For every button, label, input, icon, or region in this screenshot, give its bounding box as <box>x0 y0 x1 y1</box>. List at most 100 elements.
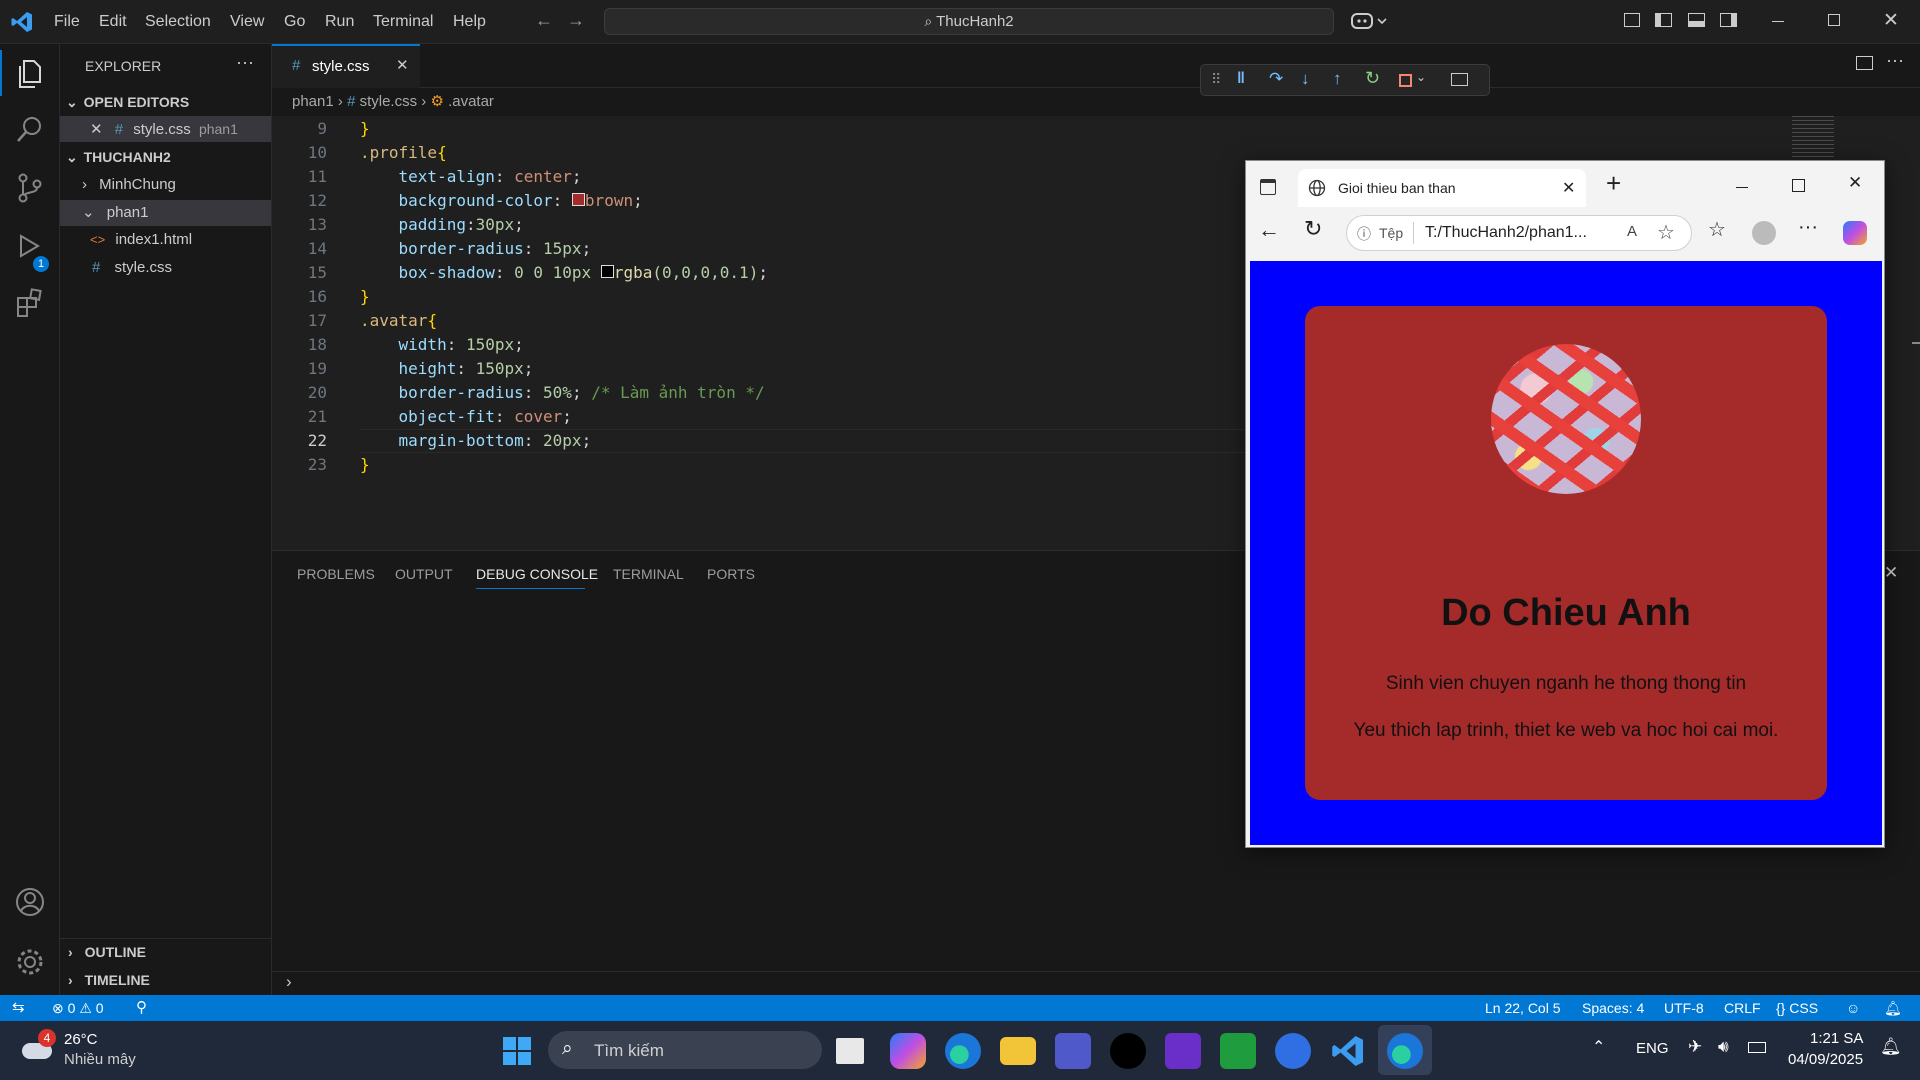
info-icon[interactable]: ⓘ <box>1357 224 1371 244</box>
tab-output[interactable]: OUTPUT <box>395 566 453 582</box>
zalo-icon[interactable] <box>1275 1033 1311 1069</box>
tab-terminal[interactable]: TERMINAL <box>613 566 684 582</box>
timeline-header[interactable]: › TIMELINE <box>60 967 271 993</box>
favorites-icon[interactable]: ☆ <box>1708 217 1726 242</box>
refresh-icon[interactable]: ↻ <box>1304 216 1322 242</box>
drag-handle-icon[interactable]: ⠿ <box>1211 71 1221 88</box>
inspect-icon[interactable] <box>1451 73 1468 86</box>
tab-style-css[interactable]: # style.css ✕ <box>272 44 420 88</box>
pause-icon[interactable]: ǁ <box>1237 70 1245 88</box>
tree-item-index1-html[interactable]: <> index1.html <box>60 227 271 253</box>
new-tab-icon[interactable]: + <box>1606 168 1621 199</box>
taskbar-search-box[interactable]: ⌕ Tìm kiếm <box>548 1031 822 1069</box>
profile-avatar-icon[interactable] <box>1752 221 1776 245</box>
airplane-icon[interactable]: ✈ <box>1688 1037 1702 1057</box>
windows-start-icon[interactable] <box>503 1037 531 1065</box>
color-swatch[interactable] <box>600 265 614 278</box>
stop-icon[interactable] <box>1399 74 1412 87</box>
close-window-icon[interactable]: ✕ <box>1883 9 1899 32</box>
notifications-bell-icon[interactable]: 🔔︎ <box>1884 995 1902 1021</box>
app-icon[interactable] <box>1165 1033 1201 1069</box>
menu-help[interactable]: Help <box>453 13 486 31</box>
close-window-icon[interactable]: ✕ <box>1848 173 1862 193</box>
language-mode[interactable]: {} CSS <box>1776 995 1818 1021</box>
outline-header[interactable]: › OUTLINE <box>60 939 271 965</box>
copilot-app-icon[interactable] <box>890 1033 926 1069</box>
tab-problems[interactable]: PROBLEMS <box>297 566 375 582</box>
console-prompt-icon[interactable]: › <box>286 972 292 992</box>
breadcrumb-folder[interactable]: phan1 <box>292 93 334 110</box>
menu-go[interactable]: Go <box>284 13 305 31</box>
line-ending[interactable]: CRLF <box>1724 995 1761 1021</box>
copilot-icon[interactable] <box>1350 10 1390 32</box>
menu-run[interactable]: Run <box>325 13 354 31</box>
chevron-down-icon[interactable]: ⌄ <box>1416 70 1426 84</box>
address-bar[interactable]: ⓘ Tệp T:/ThucHanh2/phan1... A ☆ <box>1346 215 1692 251</box>
breadcrumb-file[interactable]: style.css <box>360 93 418 110</box>
tab-debug-console[interactable]: DEBUG CONSOLE <box>476 566 598 582</box>
restart-icon[interactable]: ↻ <box>1365 68 1380 89</box>
close-tab-icon[interactable]: ✕ <box>396 56 409 74</box>
breadcrumb-symbol[interactable]: .avatar <box>448 93 494 110</box>
menu-edit[interactable]: Edit <box>99 13 127 31</box>
close-tab-icon[interactable]: ✕ <box>1562 178 1575 198</box>
copilot-icon[interactable] <box>1843 221 1867 245</box>
source-control-icon[interactable] <box>12 170 48 206</box>
maximize-icon[interactable] <box>1792 179 1805 192</box>
vscode-taskbar-icon[interactable] <box>1330 1033 1366 1069</box>
open-editor-item[interactable]: ✕ # style.css phan1 <box>60 116 271 142</box>
xbox-icon[interactable] <box>1220 1033 1256 1069</box>
menu-file[interactable]: File <box>54 13 80 31</box>
minimap[interactable] <box>1792 116 1834 160</box>
minimize-icon[interactable] <box>1772 21 1784 22</box>
chevron-up-icon[interactable]: ⌃ <box>1592 1037 1605 1057</box>
menu-selection[interactable]: Selection <box>145 13 211 31</box>
project-header[interactable]: ⌄ THUCHANH2 <box>60 144 271 170</box>
indentation[interactable]: Spaces: 4 <box>1582 995 1644 1021</box>
minimize-icon[interactable] <box>1736 187 1748 188</box>
file-explorer-icon[interactable] <box>1000 1037 1036 1065</box>
toggle-sidebar-icon[interactable] <box>1655 13 1672 27</box>
teams-icon[interactable] <box>1055 1033 1091 1069</box>
tree-item-minhchung[interactable]: › MinhChung <box>60 172 271 198</box>
language-indicator[interactable]: ENG <box>1636 1040 1669 1057</box>
tiktok-icon[interactable] <box>1110 1033 1146 1069</box>
more-actions-icon[interactable]: ··· <box>1886 50 1904 71</box>
explorer-icon[interactable] <box>12 56 48 92</box>
step-into-icon[interactable]: ↓ <box>1301 69 1310 89</box>
toggle-secondary-sidebar-icon[interactable] <box>1720 13 1737 27</box>
forward-arrow-icon[interactable]: → <box>567 10 585 31</box>
edge-icon[interactable] <box>945 1033 981 1069</box>
weather-widget[interactable]: 4 <box>20 1029 56 1063</box>
more-menu-icon[interactable]: ··· <box>1798 216 1818 239</box>
clock-date[interactable]: 04/09/2025 <box>1788 1051 1863 1068</box>
encoding[interactable]: UTF-8 <box>1664 995 1704 1021</box>
remote-icon[interactable]: ⇆ <box>12 995 25 1021</box>
close-panel-icon[interactable]: ✕ <box>1884 563 1898 583</box>
command-center-search[interactable]: ⌕ ThucHanh2 <box>604 8 1334 35</box>
notifications-bell-icon[interactable]: 🔔︎ <box>1880 1037 1902 1057</box>
battery-icon[interactable] <box>1748 1042 1766 1053</box>
errors-status[interactable]: ⊗ 0 ⚠ 0 <box>52 995 104 1021</box>
tree-item-style-css[interactable]: # style.css <box>60 255 271 281</box>
step-over-icon[interactable]: ↷ <box>1269 69 1283 89</box>
back-arrow-icon[interactable]: ← <box>535 10 553 31</box>
clock-time[interactable]: 1:21 SA <box>1810 1030 1863 1047</box>
tree-item-phan1[interactable]: ⌄ phan1 <box>60 200 271 226</box>
step-out-icon[interactable]: ↑ <box>1333 69 1342 89</box>
extensions-icon[interactable] <box>12 286 48 322</box>
open-editors-header[interactable]: ⌄ OPEN EDITORS <box>60 89 271 115</box>
accounts-icon[interactable] <box>12 884 48 920</box>
edge-active-icon[interactable] <box>1387 1033 1423 1069</box>
cursor-position[interactable]: Ln 22, Col 5 <box>1485 995 1561 1021</box>
back-arrow-icon[interactable]: ← <box>1258 217 1280 243</box>
menu-view[interactable]: View <box>230 13 264 31</box>
volume-icon[interactable]: 🔊︎ <box>1718 1037 1729 1057</box>
customize-layout-icon[interactable] <box>1624 13 1640 27</box>
favorite-star-icon[interactable]: ☆ <box>1657 220 1675 245</box>
tab-ports[interactable]: PORTS <box>707 566 755 582</box>
menu-terminal[interactable]: Terminal <box>373 13 433 31</box>
browser-tab[interactable]: Gioi thieu ban than ✕ <box>1298 169 1586 207</box>
settings-gear-icon[interactable] <box>12 944 48 980</box>
more-actions-icon[interactable]: ··· <box>236 52 254 73</box>
